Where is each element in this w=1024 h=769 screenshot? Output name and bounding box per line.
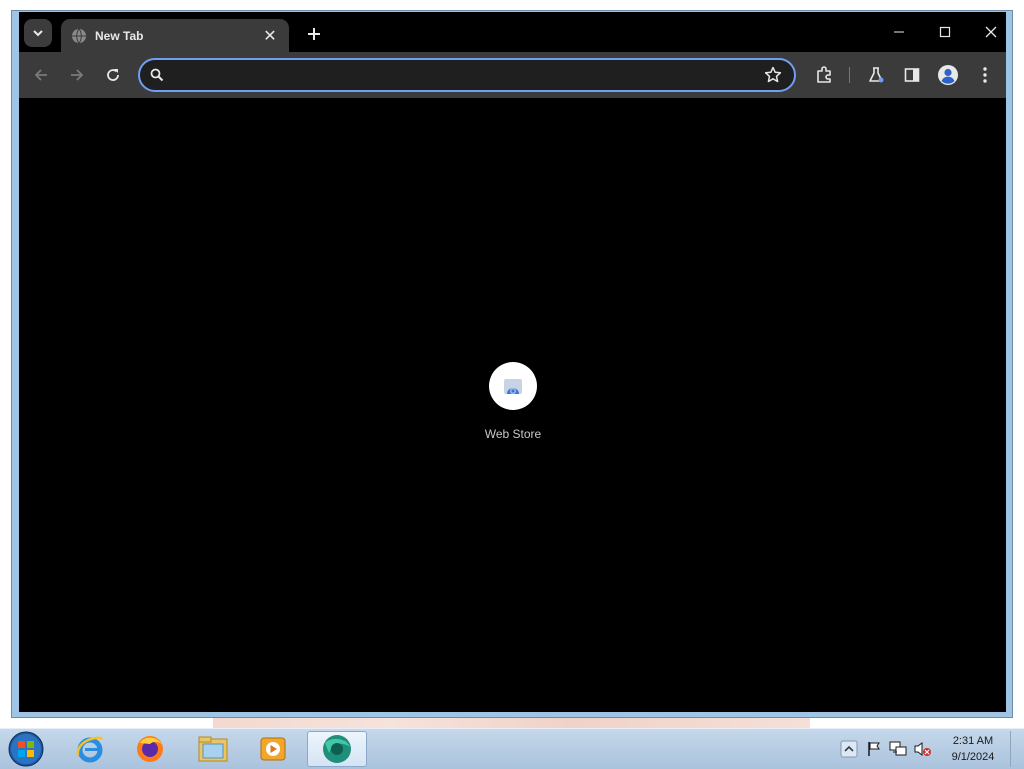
- new-tab-page: Web Store: [19, 98, 1006, 712]
- extensions-icon: [817, 66, 831, 83]
- menu-button[interactable]: [973, 63, 997, 87]
- taskbar-media-player[interactable]: [249, 731, 297, 767]
- search-icon: [150, 68, 164, 87]
- forward-icon: [71, 69, 84, 81]
- media-player-icon: [260, 737, 286, 761]
- labs-icon: [869, 67, 884, 83]
- clock-date: 9/1/2024: [951, 751, 995, 763]
- browser-window: New Tab ✕ Web Store: [11, 10, 1013, 718]
- profile-button[interactable]: [936, 63, 960, 87]
- reload-button[interactable]: [101, 63, 125, 87]
- bookmark-star-button[interactable]: [764, 66, 782, 89]
- action-center-button[interactable]: [865, 740, 883, 758]
- extensions-button[interactable]: [812, 63, 836, 87]
- browser-toolbar: [19, 52, 1006, 98]
- shortcut-web-store[interactable]: Web Store: [463, 362, 563, 441]
- close-icon: [985, 26, 997, 38]
- minimize-button[interactable]: [880, 18, 918, 46]
- taskbar-chrome-app[interactable]: [307, 731, 367, 767]
- taskbar-file-explorer[interactable]: [189, 731, 237, 767]
- show-desktop-button[interactable]: [1010, 731, 1023, 767]
- tab-strip: New Tab ✕: [19, 12, 1006, 52]
- show-hidden-icons-button[interactable]: [840, 740, 858, 758]
- labs-button[interactable]: [864, 63, 888, 87]
- browser-chrome: New Tab ✕ Web Store: [19, 12, 1006, 712]
- firefox-icon: [137, 736, 163, 762]
- toolbar-divider: [849, 67, 850, 83]
- side-panel-button[interactable]: [900, 63, 924, 87]
- shortcut-label: Web Store: [484, 427, 542, 441]
- volume-button[interactable]: [914, 740, 932, 758]
- globe-icon: [71, 28, 87, 44]
- close-window-button[interactable]: [972, 18, 1010, 46]
- chevron-down-icon: [33, 30, 43, 37]
- shortcut-icon-circle: [489, 362, 537, 410]
- back-icon: [34, 69, 47, 81]
- taskbar-clock[interactable]: 2:31 AM 9/1/2024: [942, 733, 1004, 765]
- web-store-icon: [504, 379, 522, 394]
- taskbar-firefox[interactable]: [126, 731, 174, 767]
- action-center-flag-icon: [868, 742, 880, 756]
- tab-close-button[interactable]: ✕: [261, 26, 279, 45]
- show-hidden-icons-icon: [840, 740, 858, 758]
- tab-new-tab[interactable]: New Tab ✕: [61, 19, 289, 52]
- clock-time: 2:31 AM: [952, 735, 994, 747]
- new-tab-button[interactable]: [303, 23, 325, 45]
- back-button[interactable]: [29, 63, 53, 87]
- network-button[interactable]: [889, 740, 907, 758]
- profile-icon: [938, 65, 958, 85]
- start-button[interactable]: [6, 730, 46, 768]
- minimize-icon: [894, 31, 904, 33]
- chrome-app-icon: [323, 735, 351, 763]
- network-icon: [889, 741, 907, 756]
- file-explorer-icon: [198, 736, 228, 762]
- maximize-button[interactable]: [926, 18, 964, 46]
- address-bar[interactable]: [138, 58, 796, 92]
- tab-search-button[interactable]: [24, 19, 52, 47]
- taskbar-internet-explorer[interactable]: [66, 731, 114, 767]
- star-icon: [764, 66, 782, 83]
- forward-button[interactable]: [65, 63, 89, 87]
- menu-icon: [983, 67, 987, 83]
- tab-title: New Tab: [95, 28, 144, 43]
- maximize-icon: [939, 26, 951, 38]
- side-panel-icon: [904, 68, 920, 82]
- address-input[interactable]: [174, 64, 758, 88]
- start-orb-icon: [8, 731, 44, 767]
- volume-muted-icon: [914, 742, 931, 756]
- reload-icon: [107, 69, 119, 81]
- internet-explorer-icon: [76, 736, 103, 763]
- desktop-wallpaper-top: [213, 0, 810, 10]
- plus-icon: [308, 28, 320, 40]
- taskbar: 2:31 AM 9/1/2024: [0, 728, 1024, 769]
